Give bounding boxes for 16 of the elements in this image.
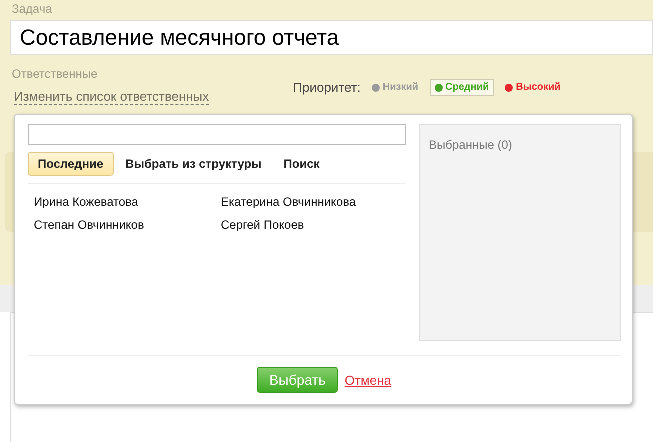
field-label: Ответственные (12, 67, 98, 81)
person-item[interactable]: Степан Овчинников (34, 218, 221, 232)
priority-option[interactable]: Высокий (500, 79, 566, 96)
task-input[interactable]: Составление месячного отчета (10, 20, 653, 55)
tab[interactable]: Выбрать из структуры (116, 152, 272, 176)
tab[interactable]: Последние (28, 152, 114, 176)
selected-title: Выбранные (0) (429, 138, 512, 152)
person-item[interactable]: Сергей Покоев (221, 218, 406, 232)
person-item[interactable]: Екатерина Овчинникова (221, 195, 406, 209)
search-field[interactable] (28, 124, 406, 145)
field-label: Задача (12, 2, 52, 16)
change-responsible-link[interactable]: Изменить список ответственных (14, 89, 210, 105)
tab[interactable]: Поиск (274, 152, 330, 176)
person-item[interactable]: Ирина Кожеватова (34, 195, 221, 209)
priority-label: Приоритет: (293, 80, 361, 95)
cancel-link[interactable]: Отмена (344, 372, 392, 388)
